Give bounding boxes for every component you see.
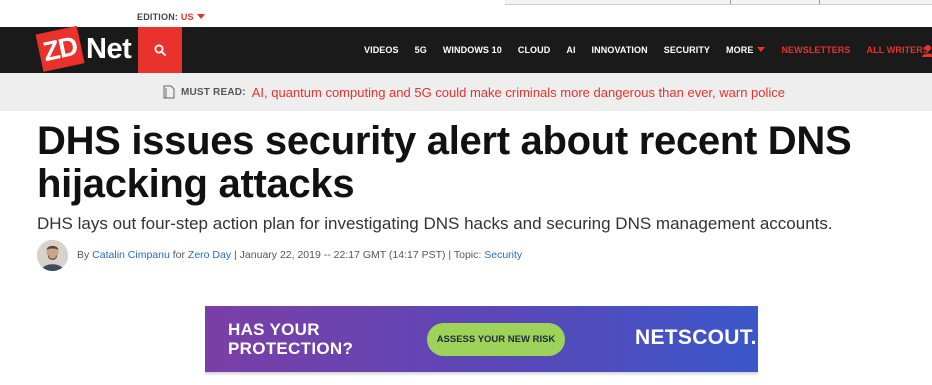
ad-cta-button[interactable]: ASSESS YOUR NEW RISK xyxy=(427,323,565,356)
article-subhead: DHS lays out four-step action plan for i… xyxy=(37,214,833,233)
search-icon xyxy=(154,44,166,56)
overlay-window-edge xyxy=(505,0,932,5)
caret-down-icon xyxy=(196,14,205,19)
must-read-bar: MUST READ: AI, quantum computing and 5G … xyxy=(0,73,932,111)
ad-headline: HAS YOUR PROTECTION? xyxy=(228,320,353,358)
article-headline: DHS issues security alert about recent D… xyxy=(37,119,852,206)
ad-shadow xyxy=(205,372,758,376)
nav-videos[interactable]: VIDEOS xyxy=(364,45,399,55)
topic-link[interactable]: Security xyxy=(484,249,522,261)
search-button[interactable] xyxy=(138,27,182,73)
must-read-label: MUST READ: xyxy=(180,86,246,98)
nav-all-writers[interactable]: ALL WRITERS xyxy=(867,45,929,55)
nav-security[interactable]: SECURITY xyxy=(664,45,710,55)
byline-by: By xyxy=(77,249,90,261)
ad-line-1: HAS YOUR xyxy=(228,320,320,339)
byline-for: for xyxy=(172,249,185,261)
main-navigation: ZD Net VIDEOS 5G WINDOWS 10 CLOUD AI INN… xyxy=(0,25,932,73)
ad-brand-logo: NETSCOUT. xyxy=(635,326,757,349)
edition-selector[interactable]: EDITION: US xyxy=(137,12,205,22)
nav-5g[interactable]: 5G xyxy=(415,45,427,55)
edition-prefix: EDITION: xyxy=(137,12,179,22)
edition-bar: EDITION: US xyxy=(0,0,932,27)
author-link[interactable]: Catalin Cimpanu xyxy=(92,249,170,261)
blog-link[interactable]: Zero Day xyxy=(188,249,231,261)
nav-ai[interactable]: AI xyxy=(566,45,575,55)
nav-cloud[interactable]: CLOUD xyxy=(518,45,551,55)
nav-more[interactable]: MORE xyxy=(726,45,766,55)
caret-down-icon xyxy=(757,47,766,52)
nav-more-label: MORE xyxy=(726,45,754,55)
ad-line-2: PROTECTION? xyxy=(228,339,354,358)
logo-zd: ZD xyxy=(35,25,85,72)
overlay-window-tab xyxy=(730,0,820,4)
nav-newsletters[interactable]: NEWSLETTERS xyxy=(781,45,850,55)
must-read-link[interactable]: AI, quantum computing and 5G could make … xyxy=(252,85,785,100)
ad-banner[interactable]: HAS YOUR PROTECTION? ASSESS YOUR NEW RIS… xyxy=(205,306,758,372)
nav-links: VIDEOS 5G WINDOWS 10 CLOUD AI INNOVATION… xyxy=(364,27,932,73)
document-icon xyxy=(163,85,175,99)
user-icon[interactable] xyxy=(921,44,932,57)
zdnet-logo[interactable]: ZD Net xyxy=(35,25,141,73)
byline-date: | January 22, 2019 -- 22:17 GMT (14:17 P… xyxy=(234,249,482,261)
article-byline: By Catalin Cimpanu for Zero Day | Januar… xyxy=(77,249,522,261)
nav-innovation[interactable]: INNOVATION xyxy=(592,45,648,55)
edition-value: US xyxy=(180,12,194,22)
author-avatar[interactable] xyxy=(37,240,68,271)
nav-windows-10[interactable]: WINDOWS 10 xyxy=(443,45,502,55)
logo-net: Net xyxy=(86,33,132,65)
